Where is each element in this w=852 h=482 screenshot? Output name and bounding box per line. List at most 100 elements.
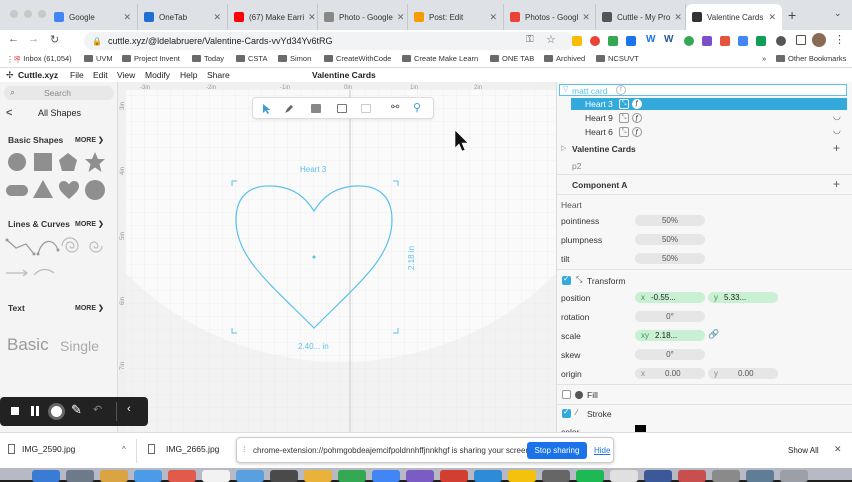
dock-app-icon[interactable] [440,470,468,482]
ellipse-shape[interactable] [85,180,105,200]
webcam-icon[interactable] [48,403,65,420]
arrow-preview[interactable] [6,269,28,277]
browser-menu-icon[interactable]: ⋮ [834,33,845,46]
pointiness-input[interactable]: 50% [635,215,705,226]
visibility-eye-icon[interactable]: ◡ [833,111,841,122]
close-tab-icon[interactable]: ✕ [670,12,682,23]
menu-help[interactable]: Help [180,70,197,80]
dock-app-icon[interactable] [678,470,706,482]
close-tab-icon[interactable]: ✕ [119,12,131,23]
dock-app-icon[interactable] [270,470,298,482]
circle-shape[interactable] [8,153,26,171]
tab-google[interactable]: Google ✕ [48,4,138,30]
extension-sheets-icon[interactable] [608,36,618,46]
stroke-checkbox[interactable]: ✓ [562,407,571,418]
close-tab-icon[interactable]: ✕ [764,12,776,23]
reload-icon[interactable]: ↻ [50,33,59,46]
forward-arrow-icon[interactable]: → [28,33,39,45]
bookmark-project-invent[interactable]: Project Invent [122,54,180,63]
back-chevron-icon[interactable]: < [6,107,12,119]
fill-checkbox[interactable] [562,390,571,399]
search-input[interactable]: ⌕ Search [4,86,114,100]
trash-icon[interactable] [780,470,808,482]
menu-modify[interactable]: Modify [145,70,170,80]
dock-app-icon[interactable] [66,470,94,482]
dock-app-icon[interactable] [474,470,502,482]
layer-root-matt-card[interactable]: ▽ matt card f [559,84,847,96]
zoom-window-dot[interactable] [38,10,46,18]
bookmark-today[interactable]: Today [192,54,224,63]
extension-blue-icon[interactable] [738,36,748,46]
extension-red-icon[interactable] [720,36,730,46]
position-y-input[interactable]: y 5.33... [708,292,778,303]
extension-dark-icon[interactable] [776,36,786,46]
bookmark-archived[interactable]: Archived [544,54,585,63]
menu-view[interactable]: View [117,70,135,80]
origin-y-input[interactable]: y 0.00 [708,368,778,379]
menu-file[interactable]: File [70,70,84,80]
triangle-shape[interactable] [32,179,54,199]
dock-app-icon[interactable] [134,470,162,482]
bookmark-inbox[interactable]: ✉ Inbox (61,054) [14,54,72,63]
extension-green-icon[interactable] [684,36,694,46]
bookmark-csta[interactable]: CSTA [236,54,267,63]
spiral-preview[interactable] [61,237,79,253]
stop-sharing-button[interactable]: Stop sharing [527,442,587,459]
tab-photos[interactable]: Photos - Googl ✕ [504,4,596,30]
tab-cuttle-projects[interactable]: Cuttle - My Pro ✕ [596,4,686,30]
canvas-svg[interactable]: -3in -2in -1in 0in 1in 2in 3in 4in 5in 6… [118,82,556,432]
pencil-icon[interactable]: ✎ [71,402,82,418]
collapse-toolbar-icon[interactable]: ‹ [127,403,131,415]
polyline-preview[interactable] [5,238,36,256]
plumpness-input[interactable]: 50% [635,234,705,245]
layer-fx-icon[interactable]: ƒ [632,113,642,123]
lines-curves-more-button[interactable]: MORE ❯ [75,220,104,228]
bookmarks-more[interactable]: » [762,54,766,63]
bookmark-simon[interactable]: Simon [278,54,311,63]
tab-photo[interactable]: Photo - Google ✕ [318,4,408,30]
layer-heart-9[interactable]: Heart 9 ⤡ ƒ ◡ [571,111,847,124]
basic-shapes-more-button[interactable]: MORE ❯ [75,136,104,144]
origin-x-input[interactable]: x 0.00 [635,368,705,379]
link-tool-icon[interactable]: ⚯ [391,102,399,113]
bookmark-createwithcode[interactable]: CreateWithCode [324,54,391,63]
dock-app-icon[interactable] [712,470,740,482]
download-options-chevron-icon[interactable]: ^ [122,445,126,454]
tab-search-icon[interactable]: ⌄ [834,8,842,19]
rounded-rectangle-shape[interactable] [6,185,28,196]
dock-app-icon[interactable] [168,470,196,482]
tab-valentine-cards[interactable]: Valentine Cards ✕ [686,4,782,30]
pen-tool-icon[interactable] [283,103,295,115]
show-all-downloads-button[interactable]: Show All [788,446,819,455]
dock-app-icon[interactable] [610,470,638,482]
app-logo[interactable]: Cuttle.xyz [18,70,58,80]
layer-fx-icon[interactable]: ƒ [632,99,642,109]
dock-app-icon[interactable] [338,470,366,482]
rotation-input[interactable]: 0° [635,311,705,322]
add-component-a-button[interactable]: + [833,177,840,191]
tab-youtube[interactable]: (67) Make Earri ✕ [228,4,318,30]
key-icon[interactable]: ⚿ [526,34,534,45]
snap-tool-icon[interactable]: ⚲ [413,101,421,114]
dock-app-icon[interactable] [644,470,672,482]
curved-arrow-preview[interactable] [33,268,55,276]
dock-app-icon[interactable] [304,470,332,482]
dock-app-icon[interactable] [406,470,434,482]
heart-center-point[interactable] [312,255,316,259]
dock-app-icon[interactable] [202,470,230,482]
component-a[interactable]: Component A [572,180,627,190]
dock-app-icon[interactable] [508,470,536,482]
close-tab-icon[interactable]: ✕ [485,12,497,23]
position-x-input[interactable]: x -0.55... [635,292,705,303]
text-basic-preview[interactable]: Basic [7,335,49,355]
pause-icon[interactable] [31,406,34,416]
close-tab-icon[interactable]: ✕ [304,12,316,23]
tab-onetab[interactable]: OneTab ✕ [138,4,228,30]
extension-keep-icon[interactable] [572,36,582,46]
undo-icon[interactable]: ↶ [93,403,102,416]
bookmark-ncsuvt[interactable]: NCSUVT [596,54,639,63]
drag-handle-icon[interactable]: ⁞ [243,444,246,454]
arc-spiral-preview[interactable] [89,241,103,253]
hide-link[interactable]: Hide [594,446,610,455]
text-more-button[interactable]: MORE ❯ [75,304,104,312]
